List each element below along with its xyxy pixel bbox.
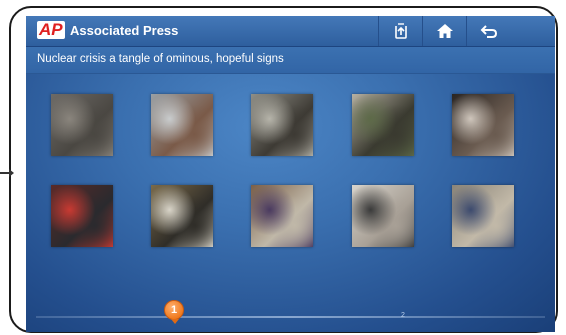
back-arrow-icon xyxy=(480,25,498,38)
page-track[interactable] xyxy=(36,316,545,318)
callout-pointer xyxy=(0,169,14,177)
story-title-bar: Nuclear crisis a tangle of ominous, hope… xyxy=(26,47,555,74)
photo-thumbnail-damaged-building[interactable] xyxy=(251,94,313,156)
photo-thumbnail-hazmat-check[interactable] xyxy=(151,185,213,247)
photo-thumbnail-rubble-scene[interactable] xyxy=(51,94,113,156)
header-bar: AP Associated Press xyxy=(26,16,555,47)
photo-thumbnail-searching-debris[interactable] xyxy=(452,185,514,247)
share-icon xyxy=(395,23,407,39)
photo-thumbnail-woman-with-mask[interactable] xyxy=(452,94,514,156)
home-button[interactable] xyxy=(422,16,467,46)
app-title: Associated Press xyxy=(70,23,179,38)
app-screen: AP Associated Press Nuclear crisis a tan… xyxy=(26,16,555,332)
photo-thumbnail-crowd-red-coats[interactable] xyxy=(51,185,113,247)
current-page-marker[interactable]: 1 xyxy=(164,300,184,324)
home-icon xyxy=(437,24,453,38)
back-button[interactable] xyxy=(466,16,511,46)
story-title: Nuclear crisis a tangle of ominous, hope… xyxy=(37,53,284,65)
ap-logo: AP xyxy=(37,20,65,39)
page-2-marker[interactable]: 2 xyxy=(401,312,405,319)
photo-thumbnail-men-with-papers[interactable] xyxy=(352,185,414,247)
photo-thumbnail-soldiers-map[interactable] xyxy=(352,94,414,156)
photo-thumbnail-person-in-snow[interactable] xyxy=(151,94,213,156)
photo-thumbnail-evacuation-center[interactable] xyxy=(251,185,313,247)
page-slider[interactable]: 1 2 xyxy=(26,300,555,332)
share-button[interactable] xyxy=(378,16,423,46)
